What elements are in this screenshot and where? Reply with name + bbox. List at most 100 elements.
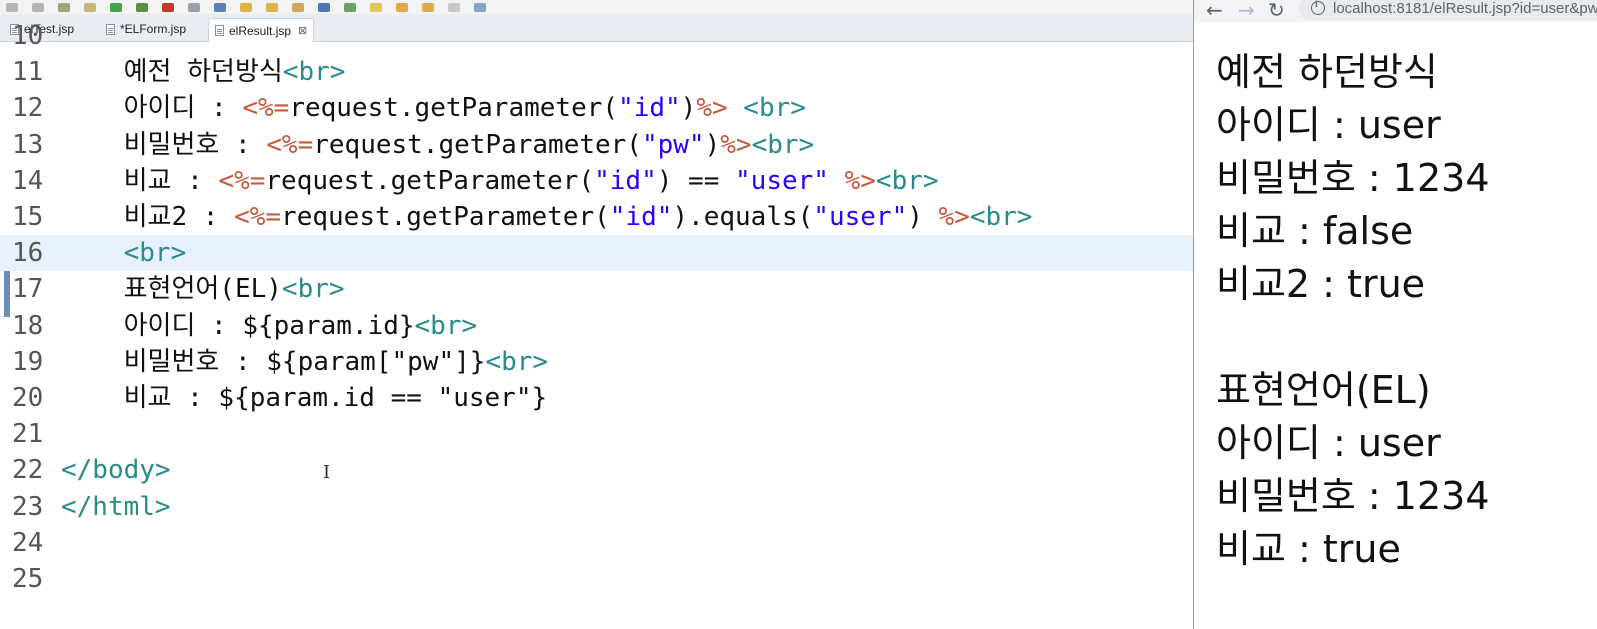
code-token: 비밀번호 :	[61, 129, 267, 160]
line-number: 12	[12, 93, 44, 124]
code-line[interactable]: 15 비교2 : <%=request.getParameter("id").e…	[0, 199, 1193, 235]
code-token: 예전 하던방식	[61, 57, 283, 88]
output-line: 비밀번호 : 1234	[1216, 156, 1490, 200]
code-token: )	[907, 202, 939, 232]
code-line[interactable]: 20 비교 : ${param.id == "user"}	[0, 380, 1193, 416]
toolbar-icon[interactable]	[370, 2, 382, 12]
code-line[interactable]: 17 표현언어(EL)<br>	[0, 271, 1193, 307]
address-bar[interactable]: localhost:8181/elResult.jsp?id=user&pw=1…	[1299, 0, 1597, 20]
output-line: 비교 : true	[1216, 527, 1401, 571]
code-token: ${param["pw"]}	[266, 346, 486, 377]
code-text: 표현언어(EL)<br>	[61, 271, 345, 307]
code-token: request.getParameter(	[313, 129, 642, 160]
code-line[interactable]: 12 아이디 : <%=request.getParameter("id")%>…	[0, 90, 1193, 126]
code-editor[interactable]: 10 11 예전 하던방식<br> 12 아이디 : <%=request.getP…	[0, 21, 1193, 629]
debug-icon[interactable]	[136, 2, 148, 12]
reload-icon[interactable]: ↻	[1268, 0, 1285, 22]
code-line[interactable]: 11 예전 하던방식<br>	[0, 54, 1193, 90]
code-text: 비교2 : <%=request.getParameter("id").equa…	[61, 199, 1033, 235]
forward-icon[interactable]: →	[1238, 0, 1255, 22]
code-token: <br>	[282, 57, 346, 88]
toolbar-icon[interactable]	[84, 2, 96, 12]
code-line[interactable]: 13 비밀번호 : <%=request.getParameter("pw")%…	[0, 127, 1193, 163]
toolbar-icon[interactable]	[6, 2, 18, 12]
toolbar-icon[interactable]	[58, 2, 70, 12]
code-token: <%=	[234, 202, 282, 232]
toolbar-icon[interactable]	[292, 2, 304, 12]
code-token: ).equals(	[672, 202, 814, 232]
folder-icon[interactable]	[240, 2, 252, 12]
toolbar-icon[interactable]	[32, 2, 44, 12]
toolbar-icon[interactable]	[396, 2, 408, 12]
code-token: "pw"	[641, 129, 705, 160]
code-token: %>	[938, 202, 970, 232]
code-token: <br>	[281, 274, 345, 305]
code-token: <%=	[218, 165, 266, 196]
code-token: <br>	[485, 346, 549, 377]
line-number: 16	[12, 238, 44, 269]
code-text: 비밀번호 : <%=request.getParameter("pw")%><b…	[61, 127, 815, 163]
forward-arrow-icon[interactable]	[448, 2, 460, 12]
line-number: 13	[12, 129, 44, 160]
code-token: "id"	[609, 202, 673, 232]
output-line: 비밀번호 : 1234	[1216, 474, 1490, 518]
line-number: 17	[12, 274, 44, 305]
code-line[interactable]: 23 </html>	[0, 489, 1193, 525]
code-line[interactable]: 14 비교 : <%=request.getParameter("id") ==…	[0, 163, 1193, 199]
code-token: 비교 :	[61, 165, 219, 196]
code-line[interactable]: 25	[0, 561, 1193, 597]
output-line: 아이디 : user	[1216, 103, 1441, 147]
code-token: "user"	[813, 202, 908, 232]
code-line[interactable]: 24	[0, 525, 1193, 561]
code-token: ${param.id}	[242, 310, 415, 341]
stop-icon[interactable]	[162, 2, 174, 12]
code-token: 비밀번호 :	[61, 346, 267, 377]
toolbar-icon[interactable]	[474, 2, 486, 12]
toolbar-icon[interactable]	[214, 2, 226, 12]
code-text: 비밀번호 : ${param["pw"]}<br>	[61, 344, 548, 380]
line-number: 10	[12, 21, 44, 51]
code-text: 예전 하던방식<br>	[61, 54, 346, 90]
code-text: 아이디 : ${param.id}<br>	[61, 308, 478, 344]
code-line[interactable]: 16 <br>	[0, 235, 1193, 272]
code-line[interactable]: 18 아이디 : ${param.id}<br>	[0, 308, 1193, 344]
code-token: <br>	[751, 129, 815, 160]
code-text: </body>	[61, 452, 171, 488]
code-token: </html>	[61, 491, 171, 522]
code-line[interactable]: 21	[0, 416, 1193, 452]
code-token: <%=	[266, 129, 314, 160]
info-icon[interactable]	[1311, 0, 1325, 15]
code-token: )	[704, 129, 721, 160]
code-line[interactable]: 19 비밀번호 : ${param["pw"]}<br>	[0, 344, 1193, 380]
code-token: request.getParameter(	[281, 202, 610, 232]
code-token: <%=	[242, 93, 290, 124]
toolbar-icon[interactable]	[344, 2, 356, 12]
run-icon[interactable]	[110, 2, 122, 12]
code-token: 아이디 :	[61, 93, 243, 124]
toolbar-icon[interactable]	[188, 2, 200, 12]
code-token: 아이디 :	[61, 310, 243, 341]
line-number: 14	[12, 165, 44, 196]
line-number: 24	[12, 527, 44, 558]
code-token: 비교2 :	[61, 202, 235, 232]
page-content: 예전 하던방식 아이디 : user 비밀번호 : 1234 비교 : false 비교…	[1216, 46, 1490, 576]
code-token: 표현언어	[61, 274, 220, 305]
line-number: 11	[12, 57, 44, 88]
back-icon[interactable]: ←	[1206, 0, 1223, 22]
code-token: "user"	[735, 165, 829, 196]
globe-icon[interactable]	[318, 2, 330, 12]
code-token: <br>	[414, 310, 478, 341]
code-text: 비교 : <%=request.getParameter("id") == "u…	[61, 163, 939, 199]
back-arrow-icon[interactable]	[422, 2, 434, 12]
url-text: localhost:8181/elResult.jsp?id=user&pw=1…	[1333, 0, 1597, 17]
line-number: 19	[12, 346, 44, 377]
code-line[interactable]: 22 </body>	[0, 452, 1193, 488]
eclipse-editor-window: elTest.jsp *ELForm.jsp elResult.jsp ⊠ 10…	[0, 0, 1193, 629]
code-line[interactable]: 10	[0, 18, 1193, 54]
line-number: 18	[12, 310, 44, 341]
folder-icon[interactable]	[266, 2, 278, 12]
browser-nav-bar: ← → ↻ localhost:8181/elResult.jsp?id=use…	[1194, 0, 1597, 22]
